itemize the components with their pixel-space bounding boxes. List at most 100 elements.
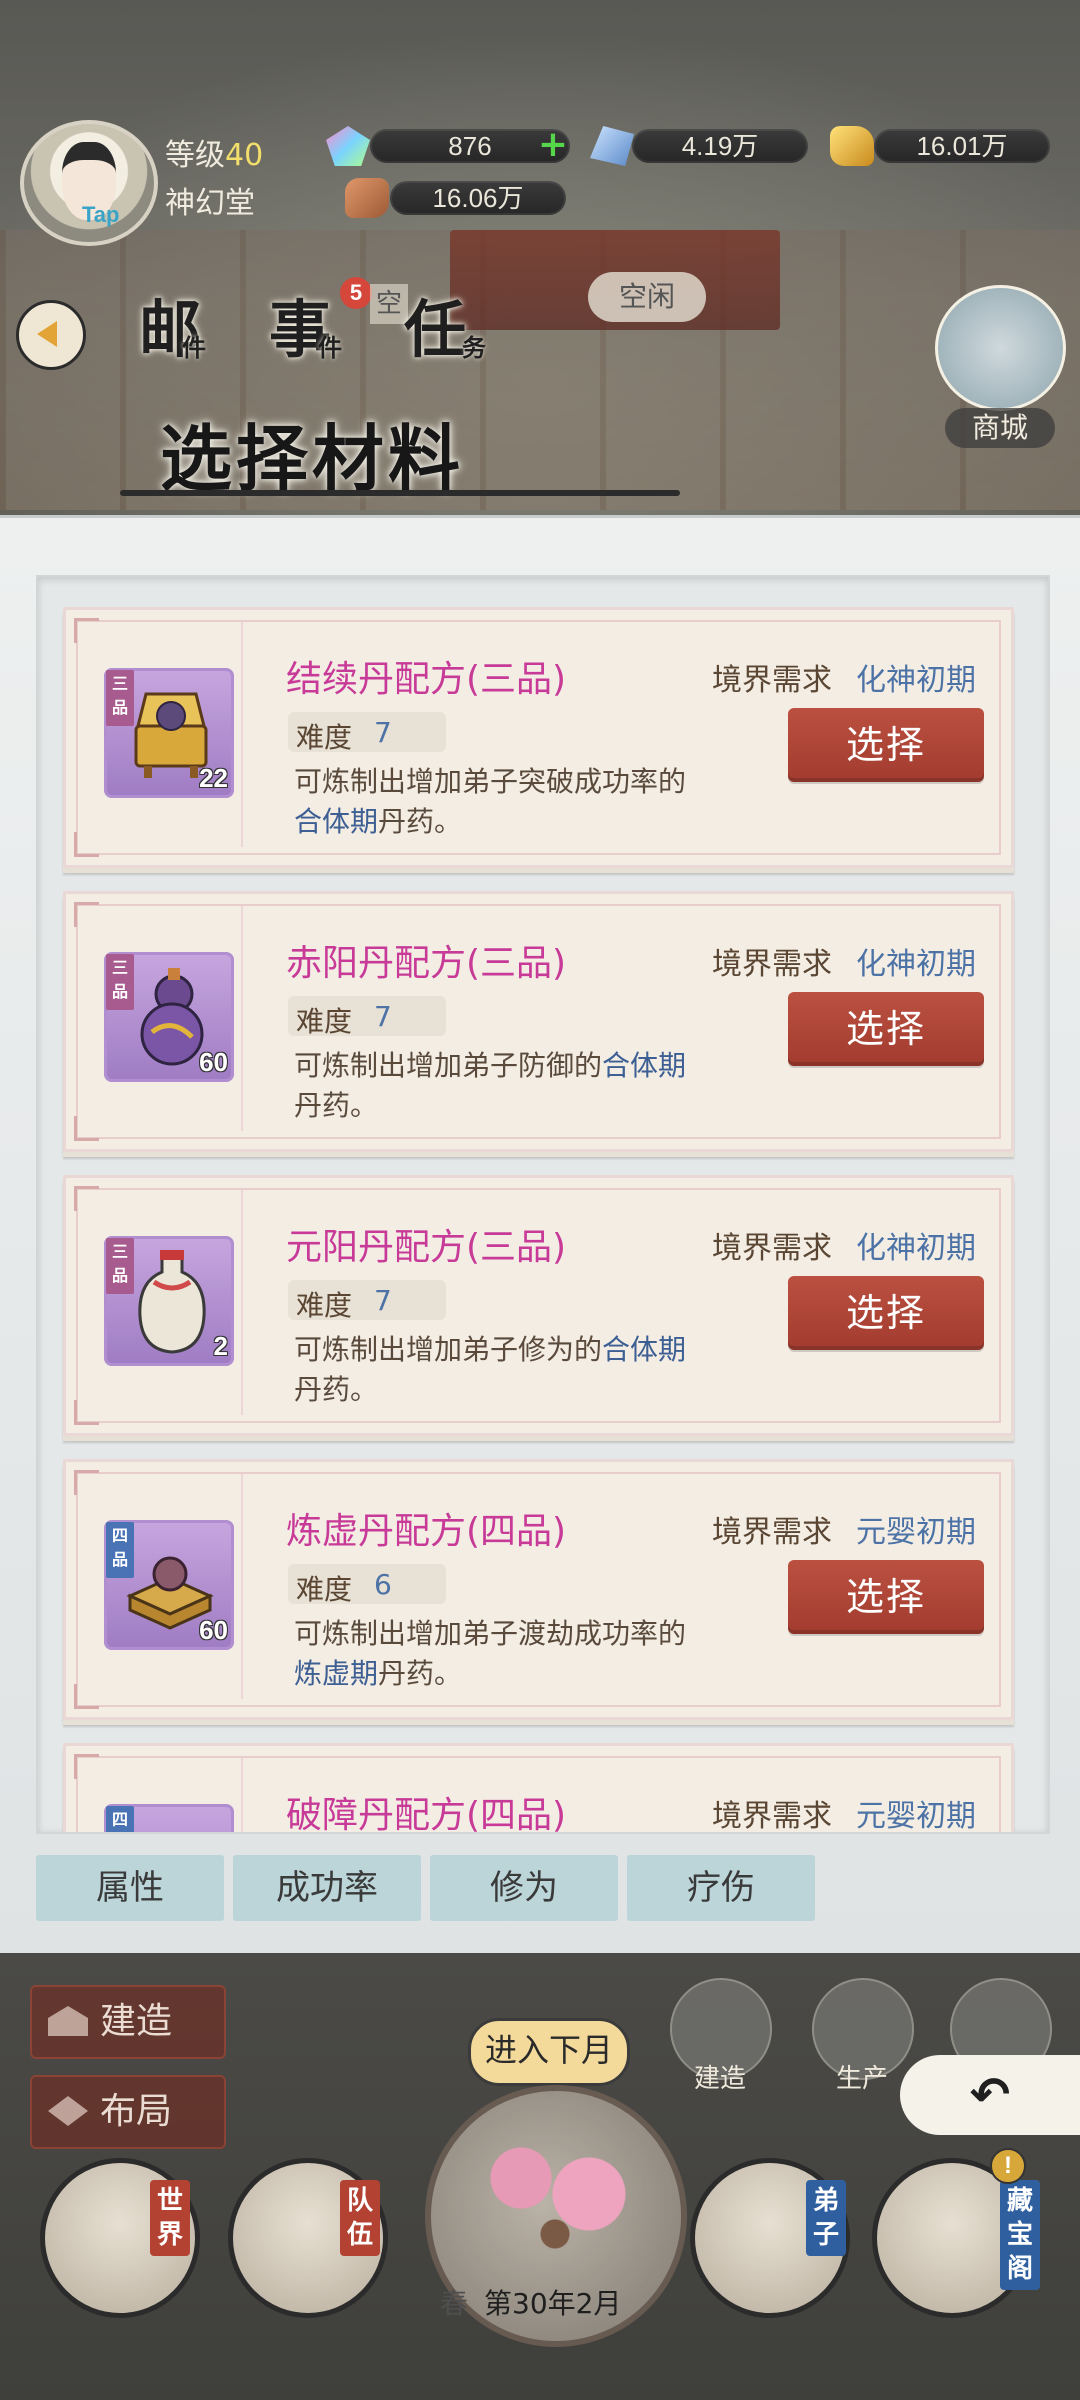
recipe-item-icon[interactable]: 四品 60 (104, 1520, 234, 1650)
sect-name: 神幻堂 (165, 186, 255, 221)
desc-highlight: 合体期 (602, 1333, 687, 1366)
tap-badge: Tap (82, 202, 120, 227)
desc-text-end: 丹药。 (294, 1373, 379, 1406)
ore-counter: 16.06万 (390, 181, 566, 215)
crystal-counter: 4.19万 (632, 129, 808, 163)
card-divider (241, 1474, 243, 1699)
desc-text-end: 丹药。 (378, 1657, 463, 1690)
realm-requirement-label: 境界需求 (712, 1515, 832, 1550)
event-count-badge: 5 (340, 277, 372, 309)
recipe-description: 可炼制出增加弟子防御的合体期 丹药。 (294, 1046, 764, 1126)
recipe-item-icon[interactable]: 三品 2 (104, 1236, 234, 1366)
item-count: 60 (199, 1047, 228, 1077)
level-value: 40 (225, 138, 264, 173)
realm-requirement-label: 境界需求 (712, 1231, 832, 1266)
select-button[interactable]: 选择 (788, 1560, 984, 1634)
recipe-card: 三品 2 元阳丹配方(三品) 境界需求 化神初期 难度 7 可炼制出增加弟子修为… (63, 1175, 1014, 1436)
recipe-card: 三品 22 结续丹配方(三品) 境界需求 化神初期 难度 7 可炼制出增加弟子突… (63, 607, 1014, 868)
card-corner-ornament (74, 1186, 99, 1211)
realm-requirement-value: 化神初期 (856, 663, 976, 698)
layout-button[interactable]: 布局 (30, 2075, 226, 2149)
recipe-card: 三品 60 赤阳丹配方(三品) 境界需求 化神初期 难度 7 可炼制出增加弟子防… (63, 891, 1014, 1152)
task-glyph: 任 (403, 293, 466, 366)
select-button[interactable]: 选择 (788, 1276, 984, 1350)
card-corner-ornament (74, 902, 99, 927)
level-display: 等级40 (165, 130, 263, 174)
notification-exclamation: ! (990, 2148, 1026, 2184)
world-label[interactable]: 世界 (150, 2180, 190, 2256)
build-round-label: 建造 (693, 2064, 746, 2094)
difficulty-label: 难度 (296, 1005, 353, 1038)
team-label[interactable]: 队伍 (340, 2180, 380, 2256)
card-corner-ornament (74, 1400, 99, 1425)
event-sub-label: 件 (318, 333, 342, 362)
shop-icon[interactable] (935, 285, 1066, 411)
player-avatar[interactable]: Tap (20, 120, 158, 246)
date-label: 第30年2月 (484, 2287, 622, 2320)
back-button[interactable] (16, 300, 86, 370)
realm-requirement-label: 境界需求 (712, 1799, 832, 1834)
select-button[interactable]: 选择 (788, 708, 984, 782)
layout-icon (48, 2096, 88, 2126)
card-corner-ornament (74, 1116, 99, 1141)
desc-text-end: 丹药。 (378, 805, 463, 838)
disciple-label[interactable]: 弟子 (806, 2180, 846, 2256)
card-corner-ornament (74, 832, 99, 857)
realm-requirement-value: 元婴初期 (856, 1515, 976, 1550)
desc-text: 可炼制出增加弟子渡劫成功率的 (294, 1617, 687, 1650)
pill-bottle-icon (138, 1250, 206, 1354)
next-month-button[interactable]: 进入下月 (468, 2018, 630, 2099)
calendar-date: 春第30年2月 (440, 2282, 621, 2322)
build-label: 建造 (100, 2001, 173, 2042)
card-corner-ornament (74, 1754, 99, 1779)
recipe-name: 结续丹配方(三品) (286, 659, 567, 700)
card-corner-ornament (74, 1470, 99, 1495)
title-brush-stroke (120, 490, 680, 496)
item-count: 2 (213, 1331, 228, 1361)
realm-requirement-value: 化神初期 (856, 1231, 976, 1266)
difficulty-value: 7 (374, 716, 392, 749)
recipe-item-icon[interactable]: 三品 22 (104, 668, 234, 798)
card-corner-ornament (74, 618, 99, 643)
item-count: 22 (199, 763, 228, 793)
desc-text: 可炼制出增加弟子防御的 (294, 1049, 603, 1082)
recipe-description: 可炼制出增加弟子修为的合体期丹药。 (294, 1330, 764, 1410)
idle-status-tag: 空闲 (588, 272, 706, 322)
realm-requirement-label: 境界需求 (712, 663, 832, 698)
card-divider (241, 1190, 243, 1415)
filter-tab-attribute[interactable]: 属性 (36, 1855, 224, 1921)
desc-text: 可炼制出增加弟子修为的 (294, 1333, 603, 1366)
desc-highlight: 炼虚期 (294, 1657, 379, 1690)
recipe-list[interactable]: 三品 22 结续丹配方(三品) 境界需求 化神初期 难度 7 可炼制出增加弟子突… (36, 575, 1050, 1834)
difficulty-value: 7 (374, 1000, 392, 1033)
card-divider (241, 622, 243, 847)
select-button[interactable]: 选择 (788, 992, 984, 1066)
filter-tab-healing[interactable]: 疗伤 (627, 1855, 815, 1921)
recipe-card: 四品 破障丹配方(四品) 境界需求 元婴初期 (63, 1743, 1014, 1834)
realm-requirement-value: 化神初期 (856, 947, 976, 982)
collapse-arrow-icon[interactable]: ↶ (900, 2055, 1080, 2135)
recipe-item-icon[interactable]: 四品 (104, 1804, 234, 1832)
filter-tab-success-rate[interactable]: 成功率 (233, 1855, 421, 1921)
build-button[interactable]: 建造 (30, 1985, 226, 2059)
shop-label[interactable]: 商城 (945, 408, 1055, 448)
difficulty-label: 难度 (296, 1289, 353, 1322)
filter-tab-cultivation[interactable]: 修为 (430, 1855, 618, 1921)
difficulty-value: 7 (374, 1284, 392, 1317)
gold-icon (830, 126, 874, 166)
desc-highlight: 合体期 (294, 805, 379, 838)
level-label: 等级 (165, 138, 225, 173)
card-divider (241, 906, 243, 1131)
ore-icon (345, 178, 389, 218)
treasury-label[interactable]: 藏宝阁 (1000, 2180, 1040, 2290)
desc-text: 可炼制出增加弟子突破成功率的 (294, 765, 687, 798)
recipe-name: 破障丹配方(四品) (286, 1795, 567, 1834)
recipe-item-icon[interactable]: 三品 60 (104, 952, 234, 1082)
add-gem-icon[interactable]: + (535, 127, 571, 164)
recipe-description: 可炼制出增加弟子突破成功率的 合体期丹药。 (294, 762, 764, 842)
house-icon (48, 2006, 88, 2036)
recipe-name: 元阳丹配方(三品) (286, 1227, 567, 1268)
difficulty-value: 6 (374, 1568, 392, 1601)
desc-highlight: 合体期 (602, 1049, 687, 1082)
recipe-name: 赤阳丹配方(三品) (286, 943, 567, 984)
